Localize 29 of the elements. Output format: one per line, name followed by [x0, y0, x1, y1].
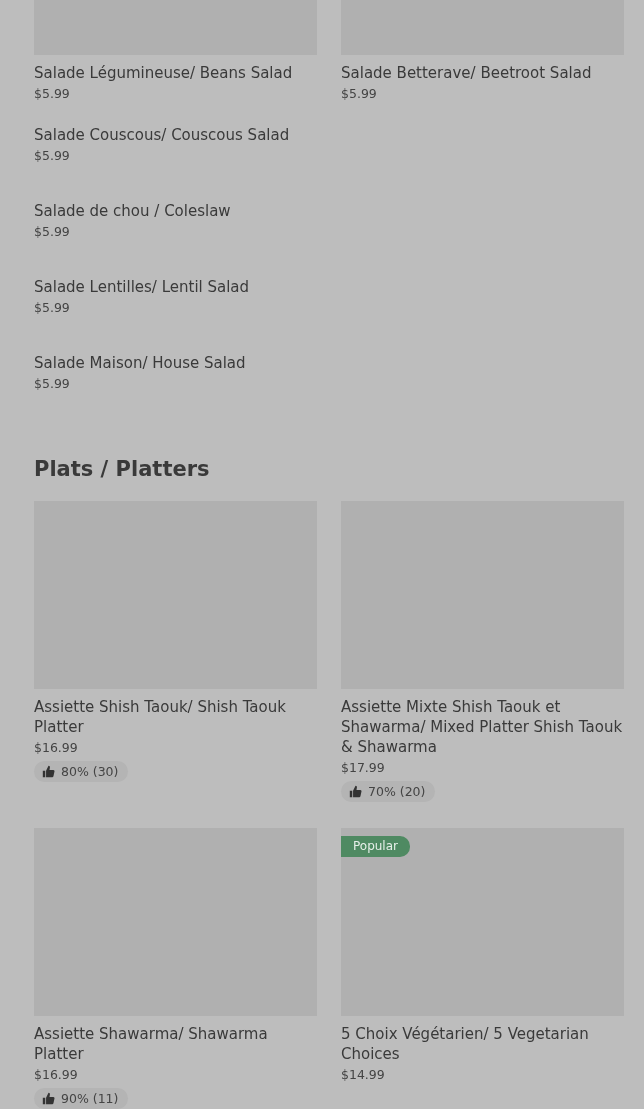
rating-text: 80% (30)	[61, 764, 119, 779]
item-name[interactable]: Salade de chou / Coleslaw	[34, 201, 624, 221]
image-placeholder[interactable]: Popular	[341, 828, 624, 1016]
item-price: $5.99	[341, 86, 378, 101]
item-price: $16.99	[34, 1067, 79, 1082]
item-name[interactable]: Assiette Mixte Shish Taouk et Shawarma/ Mixed Platter Shish Taouk & Shawarma	[341, 697, 624, 757]
item-price: $5.99	[34, 376, 71, 391]
item-name[interactable]: Assiette Shawarma/ Shawarma Platter	[34, 1024, 317, 1064]
item-name[interactable]: 5 Choix Végétarien/ 5 Vegetarian Choices	[341, 1024, 624, 1064]
thumbs-up-icon	[42, 765, 55, 778]
item-name[interactable]: Salade Maison/ House Salad	[34, 353, 624, 373]
item-name[interactable]: Assiette Shish Taouk/ Shish Taouk Platter	[34, 697, 317, 737]
section-heading: Plats / Platters	[34, 456, 211, 483]
item-price: $5.99	[34, 86, 71, 101]
item-name[interactable]: Salade Betterave/ Beetroot Salad	[341, 63, 624, 83]
item-price: $14.99	[341, 1067, 386, 1082]
item-name[interactable]: Salade Lentilles/ Lentil Salad	[34, 277, 624, 297]
rating-text: 70% (20)	[368, 784, 426, 799]
item-name[interactable]: Salade Légumineuse/ Beans Salad	[34, 63, 317, 83]
item-price: $16.99	[34, 740, 79, 755]
rating-text: 90% (11)	[61, 1091, 119, 1106]
item-price: $5.99	[34, 300, 71, 315]
item-price: $5.99	[34, 224, 71, 239]
item-price: $17.99	[341, 760, 386, 775]
thumbs-up-icon	[42, 1092, 55, 1105]
item-name[interactable]: Salade Couscous/ Couscous Salad	[34, 125, 624, 145]
popular-badge: Popular	[341, 836, 410, 857]
item-price: $5.99	[34, 148, 71, 163]
thumbs-up-icon	[349, 785, 362, 798]
